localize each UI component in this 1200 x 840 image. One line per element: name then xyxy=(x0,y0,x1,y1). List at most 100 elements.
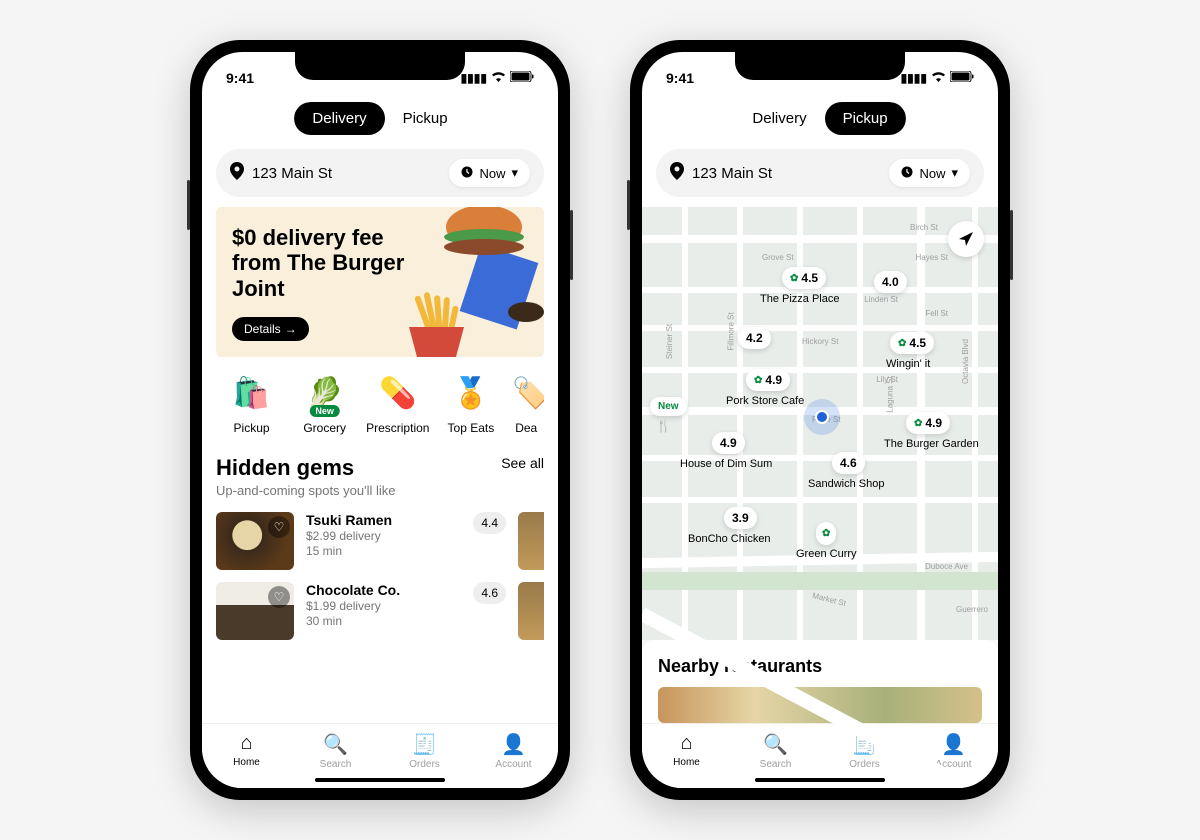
street-label: Linden St xyxy=(864,295,898,304)
leaf-icon: ✿ xyxy=(754,375,762,386)
tab-delivery[interactable]: Delivery xyxy=(294,102,384,135)
promo-details-button[interactable]: Details → xyxy=(232,317,309,341)
signal-icon: ▮▮▮▮ xyxy=(461,71,487,85)
nav-home[interactable]: ⌂ Home xyxy=(642,732,731,770)
pin-label: The Burger Garden xyxy=(884,438,979,450)
see-all-link[interactable]: See all xyxy=(501,455,544,471)
delivery-time: 30 min xyxy=(306,614,461,628)
nav-label: Account xyxy=(495,759,531,770)
category-label: Dea xyxy=(508,421,544,435)
street-label: Grove St xyxy=(762,253,794,262)
notch xyxy=(295,52,465,80)
address-bar[interactable]: 123 Main St Now ▾ xyxy=(216,149,544,197)
chevron-down-icon: ▾ xyxy=(511,165,518,181)
map[interactable]: Birch St Grove St Hayes St Linden St Fel… xyxy=(642,207,998,640)
pin-label: Pork Store Cafe xyxy=(726,395,804,407)
promo-banner[interactable]: $0 delivery fee from The Burger Joint De… xyxy=(216,207,544,357)
map-pin[interactable]: 4.0 xyxy=(874,271,907,293)
address-bar[interactable]: 123 Main St Now ▾ xyxy=(656,149,984,197)
nav-orders[interactable]: 🧾 Orders xyxy=(380,732,469,770)
restaurant-thumbnail: ♡ xyxy=(216,512,294,570)
category-grocery[interactable]: 🥬 New Grocery xyxy=(289,371,360,435)
nav-label: Search xyxy=(760,759,792,770)
map-pin[interactable]: ✿4.9 xyxy=(746,369,790,391)
map-pin[interactable]: ✿ xyxy=(816,522,836,545)
map-pin[interactable]: ✿4.5 xyxy=(782,267,826,289)
battery-icon xyxy=(510,71,534,85)
map-pin[interactable]: 4.6 xyxy=(832,452,865,474)
nav-label: Search xyxy=(320,759,352,770)
category-pickup[interactable]: 🛍️ Pickup xyxy=(216,371,287,435)
restaurant-thumbnail: ♡ xyxy=(216,582,294,640)
promo-art-icon xyxy=(374,207,544,357)
home-indicator[interactable] xyxy=(315,778,445,782)
pin-rating: 4.5 xyxy=(909,336,926,350)
wifi-icon xyxy=(491,71,506,85)
tag-icon: 🏷️ xyxy=(508,371,544,415)
next-thumbnail xyxy=(518,582,544,640)
tab-delivery[interactable]: Delivery xyxy=(734,102,824,135)
pin-label: Wingin' it xyxy=(886,358,930,370)
pin-label: Sandwich Shop xyxy=(808,478,884,490)
map-pin-new[interactable]: New xyxy=(650,397,687,416)
leaf-icon: ✿ xyxy=(898,338,906,349)
next-thumbnail xyxy=(518,512,544,570)
map-pin[interactable]: 3.9 xyxy=(724,507,757,529)
pin-rating: 4.0 xyxy=(882,275,899,289)
tab-pickup[interactable]: Pickup xyxy=(385,102,466,135)
time-selector[interactable]: Now ▾ xyxy=(449,159,530,187)
list-item[interactable]: ♡ Chocolate Co. $1.99 delivery 30 min 4.… xyxy=(216,576,544,646)
status-time: 9:41 xyxy=(226,70,254,86)
tab-pickup[interactable]: Pickup xyxy=(825,102,906,135)
map-pin[interactable]: 4.9 xyxy=(712,432,745,454)
location-pin-icon xyxy=(670,162,684,185)
nav-search[interactable]: 🔍 Search xyxy=(731,732,820,770)
clock-icon xyxy=(901,166,913,181)
screen: 9:41 ▮▮▮▮ Delivery Pickup 123 Main St xyxy=(202,52,558,788)
restaurant-name: Chocolate Co. xyxy=(306,582,461,598)
pin-label: House of Dim Sum xyxy=(680,458,772,470)
pin-rating: 3.9 xyxy=(732,511,749,525)
clock-icon xyxy=(461,166,473,181)
favorite-button[interactable]: ♡ xyxy=(268,586,290,608)
mode-tabs: Delivery Pickup xyxy=(202,96,558,145)
street-label: Market St xyxy=(811,591,846,608)
home-icon: ⌂ xyxy=(642,732,731,755)
nearby-title: Nearby restaurants xyxy=(658,656,982,677)
street-label: Fell St xyxy=(925,309,948,318)
status-time: 9:41 xyxy=(666,70,694,86)
nav-home[interactable]: ⌂ Home xyxy=(202,732,291,770)
notch xyxy=(735,52,905,80)
nav-search[interactable]: 🔍 Search xyxy=(291,732,380,770)
favorite-button[interactable]: ♡ xyxy=(268,516,290,538)
map-pin[interactable]: 4.2 xyxy=(738,327,771,349)
time-label: Now xyxy=(479,166,505,181)
nav-label: Orders xyxy=(409,759,440,770)
street-label: Birch St xyxy=(910,223,938,232)
section-subtitle: Up-and-coming spots you'll like xyxy=(216,483,396,498)
pin-label: The Pizza Place xyxy=(760,293,839,305)
locate-me-button[interactable] xyxy=(948,221,984,257)
pin-rating: 4.2 xyxy=(746,331,763,345)
category-label: Grocery xyxy=(289,421,360,435)
category-prescription[interactable]: 💊 Prescription xyxy=(362,371,433,435)
map-pin[interactable]: ✿4.9 xyxy=(906,412,950,434)
time-label: Now xyxy=(919,166,945,181)
map-pin[interactable]: ✿4.5 xyxy=(890,332,934,354)
list-item[interactable]: ♡ Tsuki Ramen $2.99 delivery 15 min 4.4 xyxy=(216,506,544,576)
pin-rating: 4.6 xyxy=(840,456,857,470)
bag-icon: 🛍️ xyxy=(230,371,274,415)
arrow-right-icon: → xyxy=(285,322,297,336)
section-title: Hidden gems xyxy=(216,455,396,481)
home-indicator[interactable] xyxy=(755,778,885,782)
delivery-time: 15 min xyxy=(306,544,461,558)
category-deals[interactable]: 🏷️ Dea xyxy=(508,371,544,435)
promo-button-label: Details xyxy=(244,322,281,336)
category-topeats[interactable]: 🏅 Top Eats xyxy=(435,371,506,435)
nav-account[interactable]: 👤 Account xyxy=(469,732,558,770)
leaf-icon: ✿ xyxy=(790,273,798,284)
time-selector[interactable]: Now ▾ xyxy=(889,159,970,187)
street-label: Octavia Blvd xyxy=(961,339,970,384)
delivery-fee: $2.99 delivery xyxy=(306,529,461,543)
medal-icon: 🏅 xyxy=(449,371,493,415)
